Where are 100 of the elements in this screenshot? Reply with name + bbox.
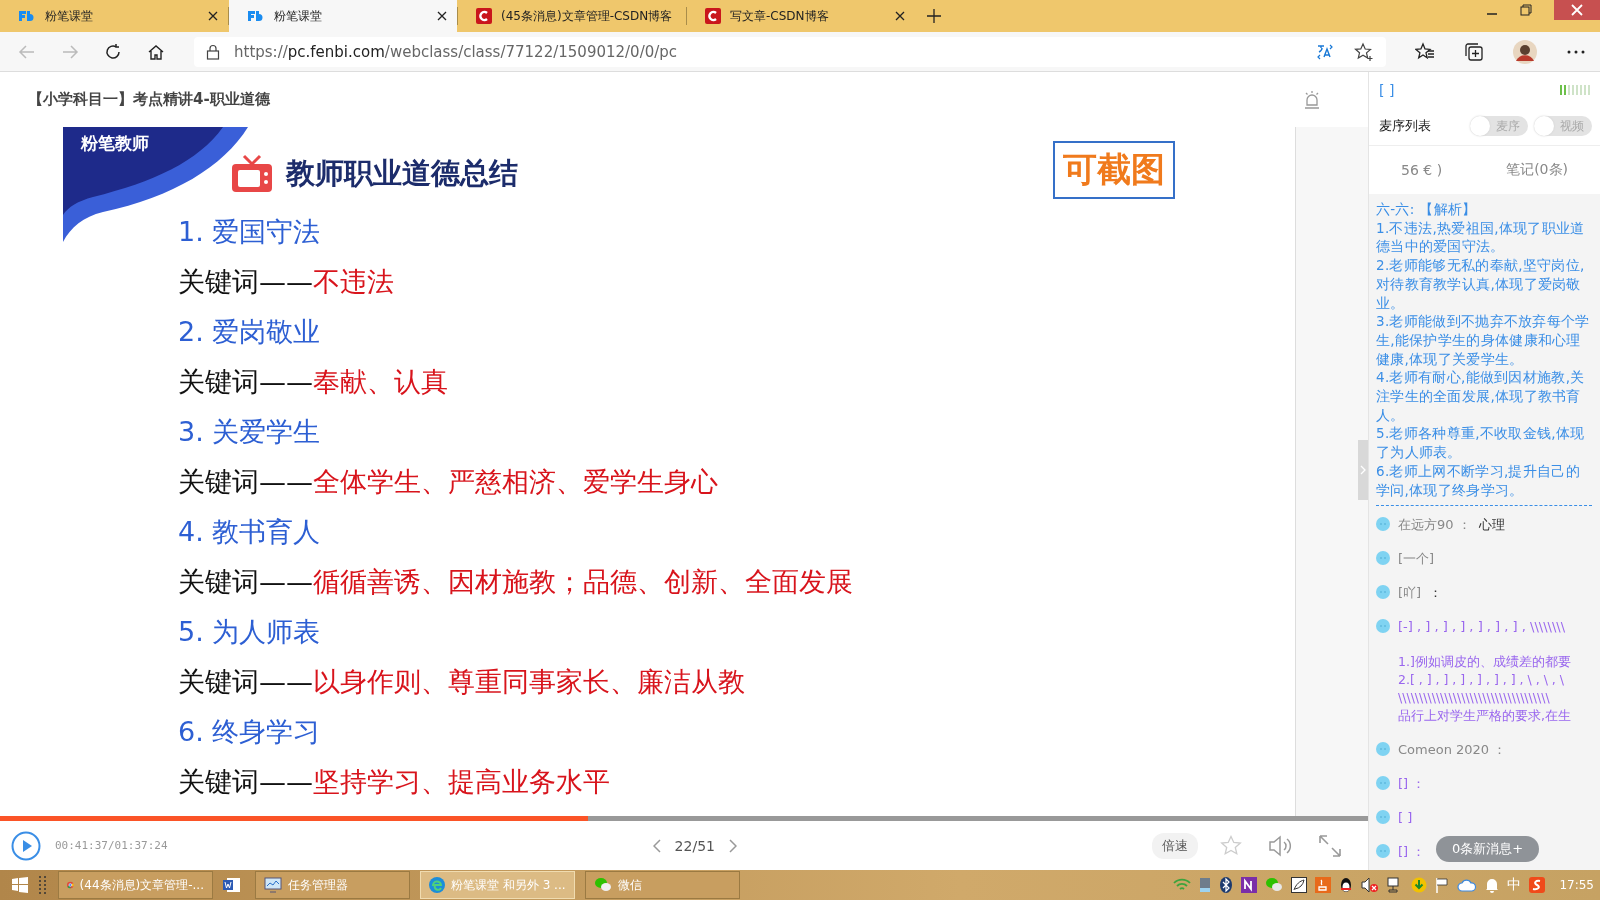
close-window-button[interactable] bbox=[1554, 0, 1600, 20]
close-icon bbox=[1571, 4, 1583, 16]
course-title: 【小学科目一】考点精讲4-职业道德 bbox=[28, 90, 270, 109]
more-icon[interactable] bbox=[1566, 48, 1586, 55]
note-line: 4.老师有耐心,能做到因材施教,关注学生的全面发展,体现了教书育人。 bbox=[1376, 368, 1586, 425]
screenshot-allowed-label: 可截图 bbox=[1053, 141, 1175, 199]
chat-author: [一个] bbox=[1398, 550, 1435, 569]
penguin-icon[interactable] bbox=[1339, 877, 1354, 893]
browser-icon bbox=[429, 877, 445, 893]
panel-tab[interactable]: 笔记(0条) bbox=[1506, 161, 1568, 179]
status-text: [ ] bbox=[1379, 81, 1395, 98]
close-icon[interactable] bbox=[437, 11, 447, 21]
browser-tab[interactable]: 粉笔课堂 bbox=[0, 0, 228, 32]
user-avatar-icon bbox=[1376, 551, 1390, 566]
feather-icon[interactable] bbox=[1291, 877, 1308, 893]
url-text: https://pc.fenbi.com/webclass/class/77122/1509012/0/0/pc bbox=[234, 42, 679, 61]
bell-icon[interactable] bbox=[1485, 877, 1500, 893]
previous-icon[interactable] bbox=[652, 838, 661, 853]
item-title: 4. 教书育人 bbox=[178, 515, 322, 549]
keyword-label: 关键词—— bbox=[178, 466, 313, 497]
collections-icon[interactable] bbox=[1464, 41, 1484, 62]
input-app-icon[interactable] bbox=[1529, 877, 1546, 893]
new-tab-icon[interactable] bbox=[927, 9, 941, 23]
item-title: 1. 爱国守法 bbox=[178, 215, 322, 249]
site-logo-icon bbox=[476, 8, 492, 24]
start-icon[interactable] bbox=[12, 877, 28, 893]
close-icon[interactable] bbox=[208, 11, 218, 21]
chat-author: [] ： bbox=[1398, 775, 1426, 794]
keyword-text: 全体学生、严慈相济、爱学生身心 bbox=[313, 466, 718, 497]
site-logo-icon bbox=[705, 8, 721, 24]
browser-tab[interactable]: 写文章-CSDN博客 bbox=[687, 0, 915, 32]
list-title: 麦序列表 bbox=[1379, 117, 1431, 135]
user-avatar-icon bbox=[1376, 776, 1390, 791]
taskbar-button[interactable]: 粉笔课堂 和另外 3 ... bbox=[420, 871, 575, 899]
favorites-icon[interactable] bbox=[1415, 41, 1435, 62]
chat-text: 品行上对学生严格的要求,在生 bbox=[1398, 707, 1571, 726]
taskbar-button[interactable]: 任务管理器 bbox=[255, 871, 410, 899]
chat-author: [吖] bbox=[1398, 584, 1422, 603]
notebook-app-icon[interactable] bbox=[1241, 877, 1258, 893]
cloud-icon[interactable] bbox=[1457, 878, 1478, 892]
profile-avatar-icon[interactable] bbox=[1513, 39, 1537, 64]
close-icon[interactable] bbox=[895, 11, 905, 21]
note-line: 3.老师能做到不抛弃不放弃每个学生,能保护学生的身体健康和心理健康,体现了关爱学生。 bbox=[1376, 312, 1591, 369]
translate-icon[interactable] bbox=[1316, 42, 1334, 61]
chat-text: 2.[ , ] , ] , ] , ] , ] , ] , \ , \ , \ bbox=[1398, 671, 1565, 690]
collapse-handle[interactable] bbox=[1358, 440, 1368, 500]
alarm-icon[interactable] bbox=[1304, 90, 1320, 109]
note-line: 6.老师上网不断学习,提升自己的学问,体现了终身学习。 bbox=[1376, 461, 1581, 500]
fullscreen-icon[interactable] bbox=[1318, 833, 1342, 858]
keyword-label: 关键词—— bbox=[178, 366, 313, 397]
user-avatar-icon bbox=[1376, 585, 1390, 600]
panel-tab[interactable]: 56 € ) bbox=[1401, 162, 1443, 178]
taskbar-button[interactable]: 微信 bbox=[585, 871, 740, 899]
keyword-text: 循循善诱、因材施教；品德、创新、全面发展 bbox=[313, 566, 853, 597]
keyword-label: 关键词—— bbox=[178, 666, 313, 697]
chat-author: [ ] bbox=[1398, 809, 1413, 828]
refresh-icon[interactable] bbox=[104, 42, 122, 61]
address-bar[interactable]: https://pc.fenbi.com/webclass/class/77122/1509012/0/0/pc bbox=[194, 36, 1386, 67]
flag-icon[interactable] bbox=[1435, 877, 1450, 893]
user-avatar-icon bbox=[1376, 619, 1390, 634]
bluetooth-icon[interactable] bbox=[1219, 877, 1234, 893]
user-avatar-icon bbox=[1376, 844, 1390, 859]
tv-icon bbox=[230, 154, 274, 194]
download-icon[interactable] bbox=[1411, 877, 1428, 893]
play-button[interactable] bbox=[11, 830, 41, 861]
lock-icon bbox=[206, 43, 220, 60]
note-line: 六-六: 【解析】 bbox=[1376, 200, 1478, 219]
star-icon[interactable] bbox=[1220, 834, 1242, 857]
keyword-label: 关键词—— bbox=[178, 766, 313, 797]
chat-author: [] ： bbox=[1398, 843, 1426, 862]
signal-meter-icon bbox=[1560, 84, 1591, 95]
page-counter: 22/51 bbox=[674, 837, 715, 854]
keyword-text: 不违法 bbox=[313, 266, 394, 297]
site-logo-icon bbox=[18, 10, 36, 22]
cup-app-icon[interactable] bbox=[1315, 877, 1332, 893]
playback-time: 00:41:37/01:37:24 bbox=[55, 839, 168, 852]
taskbar-button[interactable]: (44条消息)文章管理-... bbox=[58, 871, 213, 899]
task-view-icon[interactable] bbox=[38, 875, 48, 895]
keyword-text: 以身作则、尊重同事家长、廉洁从教 bbox=[313, 666, 745, 697]
user-avatar-icon bbox=[1376, 517, 1390, 532]
restore-icon[interactable] bbox=[1520, 4, 1532, 16]
input-method-indicator[interactable]: 中 bbox=[1507, 876, 1522, 894]
browser-tab[interactable]: 粉笔课堂 bbox=[229, 0, 457, 32]
speed-button[interactable]: 倍速 bbox=[1152, 832, 1198, 859]
clock[interactable]: 17:55 bbox=[1559, 878, 1594, 892]
next-icon[interactable] bbox=[728, 838, 737, 853]
book-icon[interactable] bbox=[1199, 877, 1212, 893]
chat-text: 1.]例如调皮的、成绩差的都要 bbox=[1398, 653, 1571, 672]
note-line: 2.老师能够无私的奉献,坚守岗位,对待教育教学认真,体现了爱岗敬业。 bbox=[1376, 256, 1586, 313]
chat-text: ： bbox=[1429, 584, 1443, 603]
chat-author: [-] , ] , ] , ] , ] , ] , ] , \\\\\\\\ bbox=[1398, 618, 1566, 637]
new-messages-button[interactable]: 0条新消息+ bbox=[1436, 836, 1540, 862]
monitor-chart-icon bbox=[264, 877, 282, 893]
favorite-add-icon[interactable] bbox=[1354, 41, 1374, 62]
progress-track[interactable] bbox=[0, 816, 1368, 821]
browser-tab[interactable]: (45条消息)文章管理-CSDN博客 bbox=[458, 0, 686, 32]
user-avatar-icon bbox=[1376, 742, 1390, 757]
muted-speaker-icon[interactable] bbox=[1361, 877, 1380, 893]
home-icon[interactable] bbox=[147, 42, 165, 61]
volume-icon[interactable] bbox=[1268, 834, 1292, 857]
